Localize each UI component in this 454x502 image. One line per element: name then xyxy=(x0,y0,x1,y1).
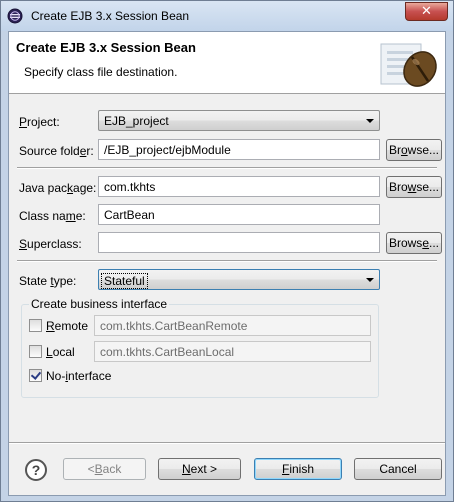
wizard-page-title: Create EJB 3.x Session Bean xyxy=(16,40,196,55)
wizard-page-description: Specify class file destination. xyxy=(24,65,178,79)
java-package-field[interactable]: com.tkhts xyxy=(98,176,380,197)
remote-interface-field: com.tkhts.CartBeanRemote xyxy=(94,315,371,336)
business-interface-group-title: Create business interface xyxy=(29,297,170,311)
window-title: Create EJB 3.x Session Bean xyxy=(31,9,190,23)
source-folder-browse-button[interactable]: Br o wse... xyxy=(386,139,442,161)
local-checkbox[interactable] xyxy=(29,345,42,358)
superclass-browse-button[interactable]: Brows e... xyxy=(386,232,442,254)
no-interface-label[interactable]: No-interface xyxy=(46,369,111,383)
chevron-down-icon xyxy=(366,119,374,123)
remote-label[interactable]: Remote xyxy=(46,319,88,333)
coffee-bean-icon xyxy=(380,43,437,87)
state-type-combo[interactable]: Stateful xyxy=(98,269,380,290)
dialog-window: Create EJB 3.x Session Bean ✕ Create EJB… xyxy=(0,0,454,502)
superclass-field[interactable] xyxy=(98,232,380,253)
remote-checkbox[interactable] xyxy=(29,319,42,332)
no-interface-checkbox[interactable] xyxy=(29,369,42,382)
close-icon: ✕ xyxy=(421,4,432,19)
cancel-button[interactable]: Cancel xyxy=(354,458,442,480)
local-interface-field: com.tkhts.CartBeanLocal xyxy=(94,341,371,362)
state-type-label: State type: xyxy=(19,274,77,288)
source-folder-label: Source folder: xyxy=(19,144,94,158)
footer-separator xyxy=(9,442,445,444)
chevron-down-icon xyxy=(366,278,374,282)
dialog-body: Create EJB 3.x Session Bean Specify clas… xyxy=(8,31,446,496)
project-combo[interactable]: EJB_project xyxy=(98,110,380,131)
title-bar[interactable]: Create EJB 3.x Session Bean ✕ xyxy=(1,1,453,31)
class-name-label: Class name: xyxy=(19,209,86,223)
superclass-label: Superclass: xyxy=(19,237,82,251)
project-label: Project: xyxy=(19,115,60,129)
next-button[interactable]: Next > xyxy=(158,458,241,480)
java-package-browse-button[interactable]: Bro w se... xyxy=(386,176,442,198)
finish-button[interactable]: Finish xyxy=(254,458,342,480)
back-button[interactable]: < Back xyxy=(63,458,146,480)
source-folder-field[interactable]: /EJB_project/ejbModule xyxy=(98,139,380,160)
java-package-label: Java package: xyxy=(19,181,97,195)
separator xyxy=(17,260,437,262)
local-label[interactable]: Local xyxy=(46,345,75,359)
state-type-combo-value: Stateful xyxy=(101,273,148,289)
wizard-banner: Create EJB 3.x Session Bean Specify clas… xyxy=(9,32,445,94)
eclipse-app-icon xyxy=(7,8,23,24)
project-combo-value: EJB_project xyxy=(104,114,169,128)
class-name-field[interactable]: CartBean xyxy=(98,204,380,225)
close-window-button[interactable]: ✕ xyxy=(405,2,448,21)
separator xyxy=(17,167,437,169)
help-icon[interactable]: ? xyxy=(25,459,47,481)
